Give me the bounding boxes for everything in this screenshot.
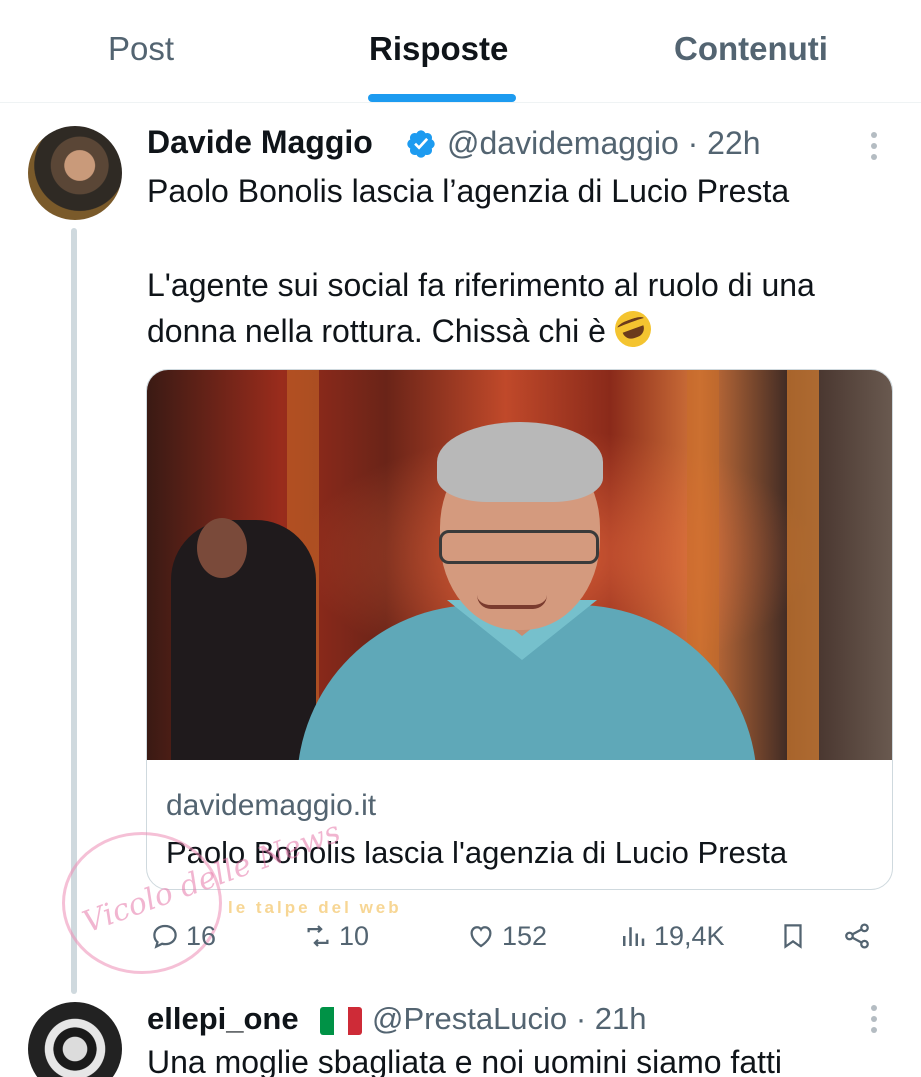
views-count: 19,4K	[654, 920, 725, 951]
card-image[interactable]	[147, 370, 892, 760]
tweet-text-line: L'agente sui social fa riferimento al ru…	[147, 267, 815, 303]
heart-icon	[470, 926, 492, 948]
post-time[interactable]: 22h	[707, 125, 760, 161]
reply-button[interactable]: 16	[150, 918, 216, 954]
card-domain: davidemaggio.it	[166, 789, 377, 822]
bookmark-icon	[784, 924, 802, 949]
share-icon	[845, 923, 869, 949]
avatar[interactable]	[28, 1002, 122, 1077]
share-button[interactable]	[842, 918, 872, 954]
more-options-icon[interactable]	[864, 1005, 884, 1041]
avatar[interactable]	[28, 126, 122, 220]
like-button[interactable]: 152	[466, 918, 547, 954]
tweet-text-line: Paolo Bonolis lascia l’agenzia di Lucio …	[147, 173, 790, 209]
tab-post[interactable]: Post	[108, 30, 174, 68]
reply-text: Una moglie sbagliata e noi uomini siamo …	[147, 1044, 782, 1077]
active-tab-indicator	[368, 94, 516, 102]
tweet-text-line: donna nella rottura. Chissà chi è	[147, 305, 656, 354]
reply-handle-time[interactable]: @PrestaLucio · 21h	[372, 1001, 647, 1037]
reply-handle[interactable]: @PrestaLucio	[372, 1001, 567, 1036]
watermark-band: le talpe del web	[228, 898, 402, 917]
tab-contenuti[interactable]: Contenuti	[674, 30, 828, 68]
author-handle[interactable]: @davidemaggio	[447, 125, 679, 161]
reply-icon	[153, 924, 177, 949]
author-name[interactable]: Davide Maggio	[147, 124, 373, 161]
verified-badge-icon	[407, 130, 435, 158]
views-button[interactable]: 19,4K	[618, 918, 725, 954]
reply-time[interactable]: 21h	[595, 1001, 647, 1036]
separator: ·	[687, 125, 699, 161]
repost-button[interactable]: 10	[303, 918, 369, 954]
italy-flag-icon	[320, 1007, 362, 1035]
author-handle-time[interactable]: @davidemaggio · 22h	[447, 125, 761, 162]
rofl-emoji-icon	[609, 305, 656, 353]
like-count: 152	[502, 920, 548, 951]
profile-tabs: Post Risposte Contenuti	[0, 0, 921, 103]
repost-count: 10	[339, 920, 370, 951]
bookmark-button[interactable]	[778, 918, 808, 954]
link-card[interactable]: davidemaggio.it Paolo Bonolis lascia l'a…	[146, 369, 893, 890]
reply-count: 16	[186, 920, 217, 951]
separator: ·	[575, 1001, 587, 1036]
repost-icon	[307, 925, 329, 947]
more-options-icon[interactable]	[864, 132, 884, 168]
reply-author-name[interactable]: ellepi_one	[147, 1001, 299, 1037]
tab-risposte[interactable]: Risposte	[369, 30, 508, 68]
analytics-icon	[623, 927, 645, 946]
